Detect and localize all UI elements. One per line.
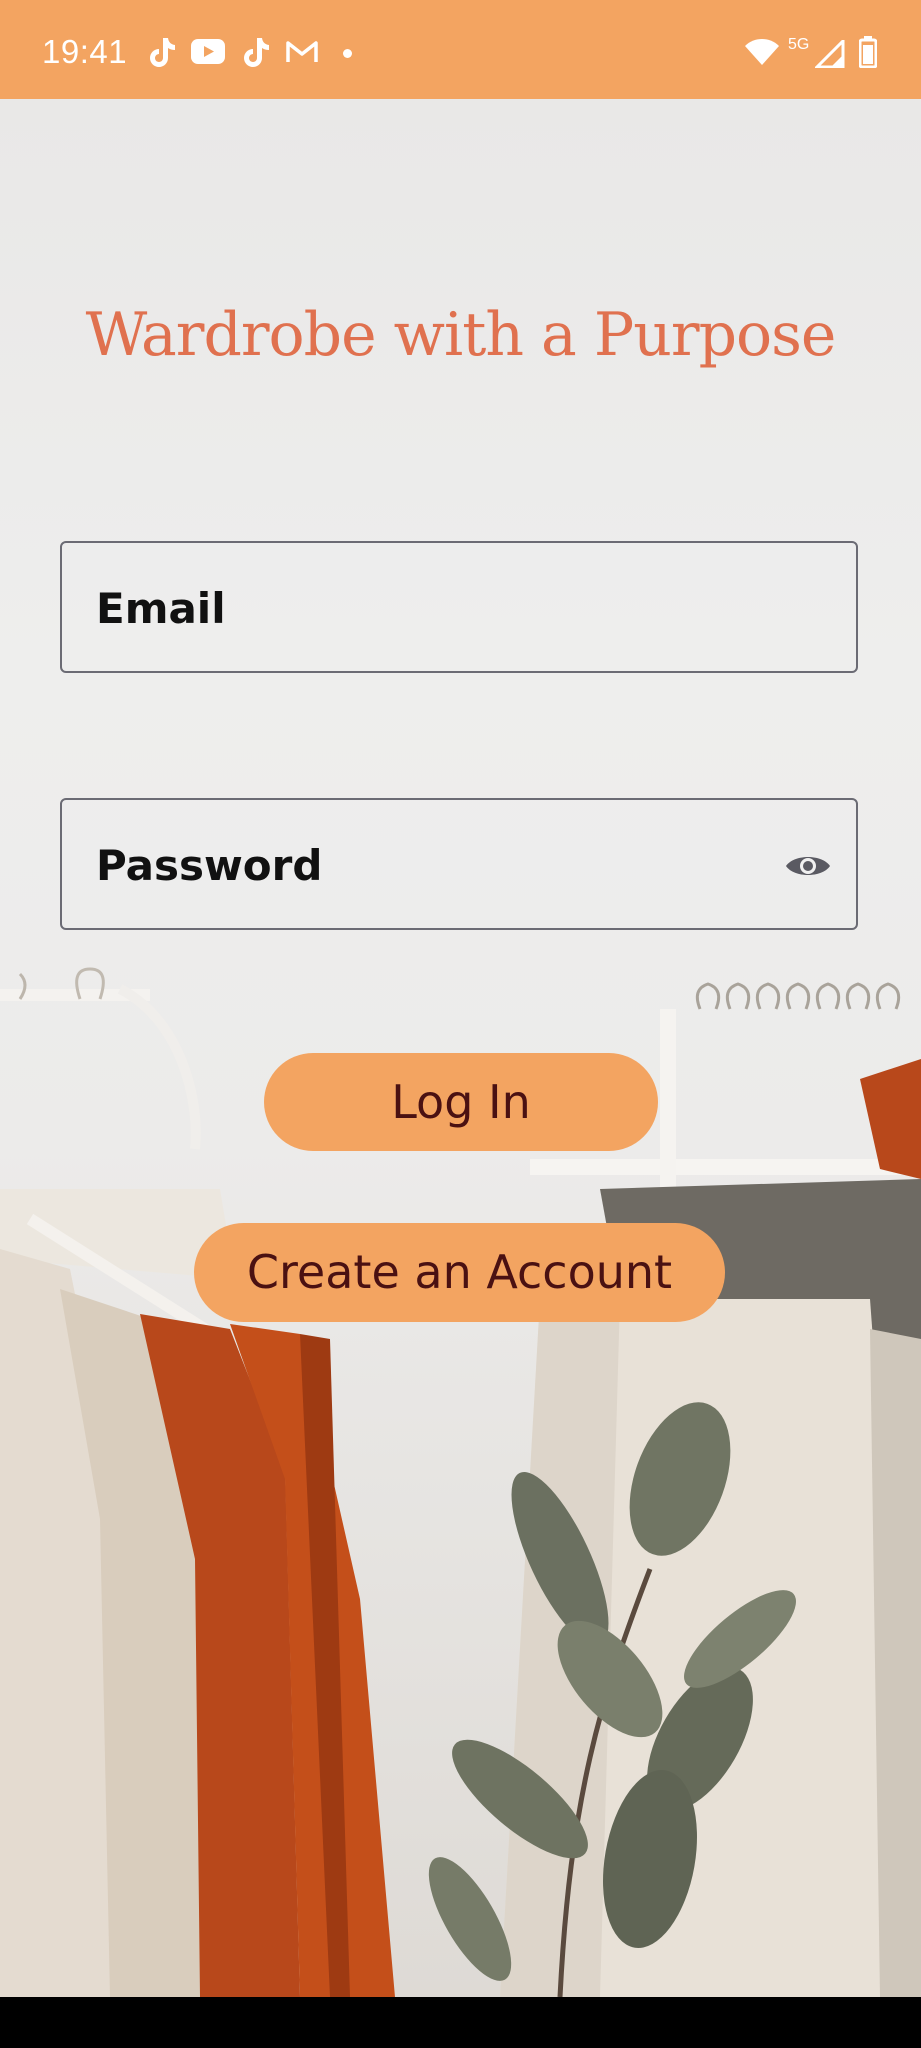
tiktok-icon xyxy=(150,38,175,67)
eye-icon[interactable] xyxy=(784,842,832,890)
login-screen: 19:41 5G Wardrobe with a Purpose Email L… xyxy=(0,0,921,2048)
wifi-icon xyxy=(745,39,779,65)
app-title: Wardrobe with a Purpose xyxy=(85,300,837,370)
status-time: 19:41 xyxy=(42,33,128,70)
navigation-bar xyxy=(0,1997,921,2048)
password-input[interactable] xyxy=(94,800,758,930)
tiktok-icon xyxy=(244,38,269,67)
password-field[interactable] xyxy=(60,798,858,930)
gmail-icon xyxy=(286,41,318,62)
battery-icon xyxy=(859,36,877,68)
clothing-rack-photo xyxy=(0,967,921,1997)
5g-signal-icon xyxy=(815,40,845,68)
more-notifications-dot xyxy=(343,49,352,58)
background-photo xyxy=(0,99,921,1997)
status-bar: 19:41 5G xyxy=(0,0,921,99)
network-type-label: 5G xyxy=(788,36,810,53)
email-input[interactable] xyxy=(94,543,758,673)
create-account-button[interactable]: Create an Account xyxy=(194,1223,725,1322)
youtube-icon xyxy=(191,39,225,64)
login-button[interactable]: Log In xyxy=(264,1053,658,1151)
email-field[interactable] xyxy=(60,541,858,673)
